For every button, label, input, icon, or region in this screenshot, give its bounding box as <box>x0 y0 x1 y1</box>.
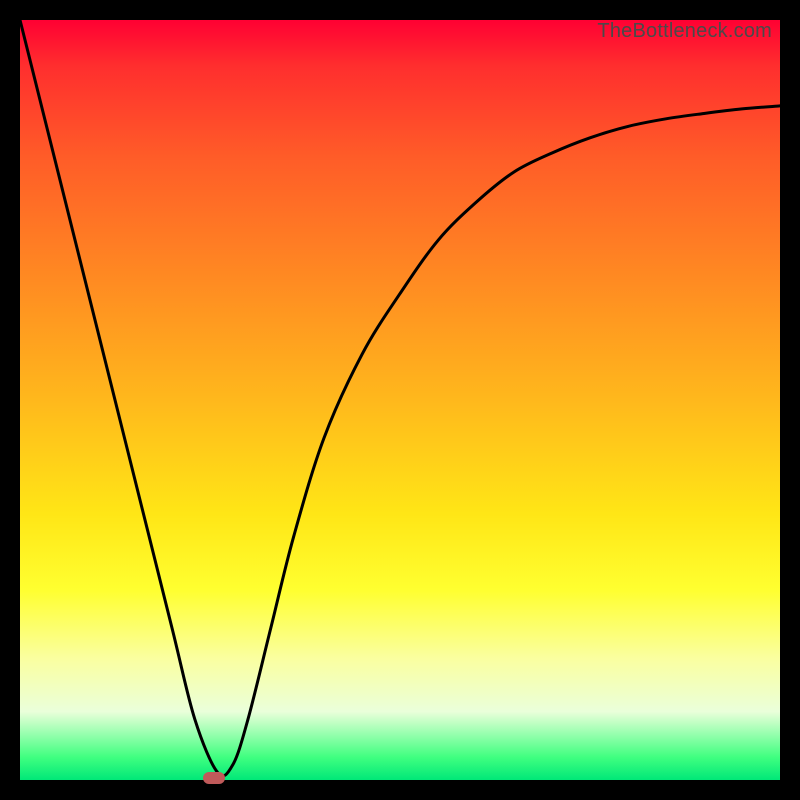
watermark-text: TheBottleneck.com <box>597 20 772 43</box>
minimum-marker <box>203 772 225 784</box>
chart-plot-area: TheBottleneck.com <box>20 20 780 780</box>
bottleneck-curve <box>20 20 780 780</box>
